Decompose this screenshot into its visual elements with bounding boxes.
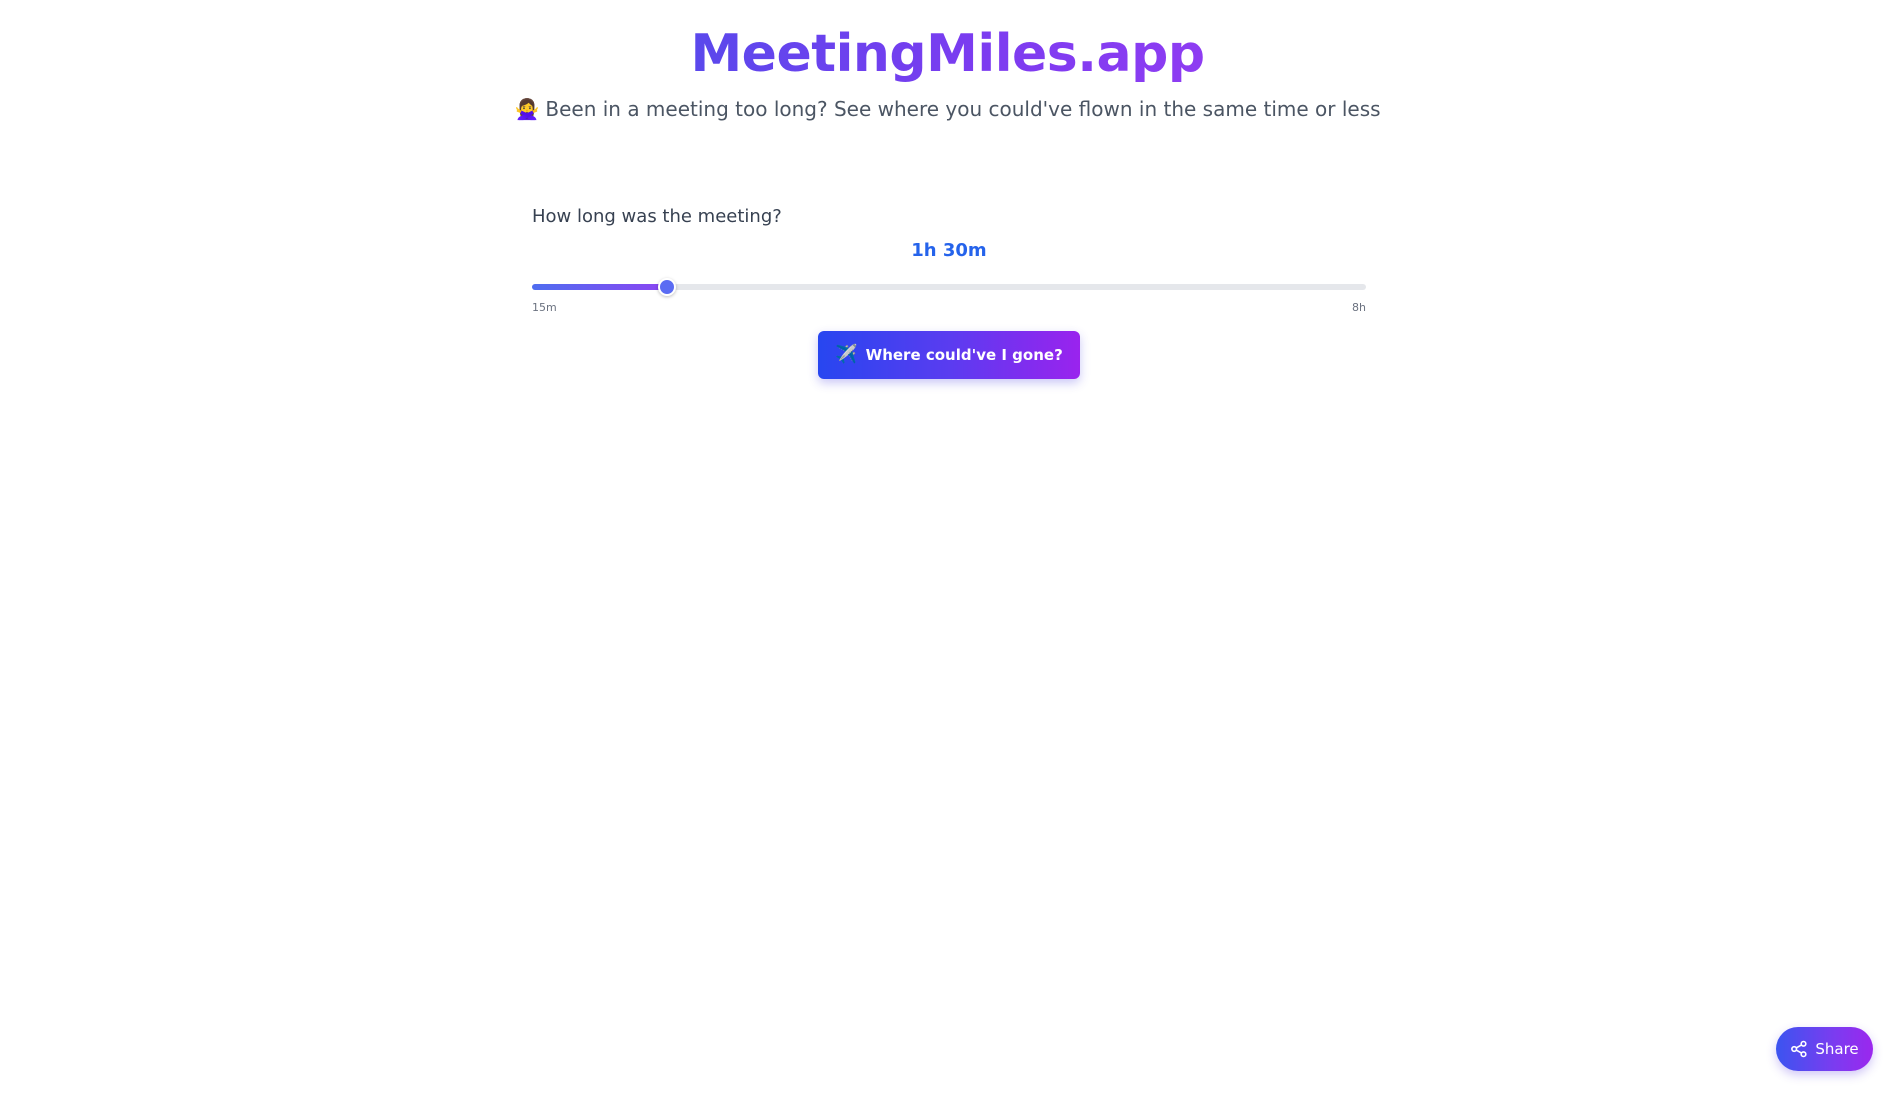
duration-label: How long was the meeting?: [532, 206, 782, 227]
share-button[interactable]: Share: [1776, 1027, 1873, 1071]
duration-slider[interactable]: [532, 277, 1366, 297]
slider-fill: [532, 284, 667, 290]
slider-thumb[interactable]: [657, 278, 676, 296]
header: MeetingMiles.app 🙅‍♀️ Been in a meeting t…: [0, 22, 1895, 122]
share-label: Share: [1815, 1040, 1859, 1058]
subtitle-text: Been in a meeting too long? See where yo…: [545, 97, 1381, 121]
slider-max-label: 8h: [1352, 301, 1366, 314]
subtitle: 🙅‍♀️ Been in a meeting too long? See wher…: [0, 96, 1895, 122]
airplane-icon: ✈️: [835, 344, 858, 365]
slider-range-labels: 15m 8h: [532, 301, 1366, 315]
page: MeetingMiles.app 🙅‍♀️ Been in a meeting t…: [0, 0, 1895, 1100]
app-title: MeetingMiles.app: [690, 24, 1205, 84]
cta-label: Where could've I gone?: [865, 346, 1063, 364]
slider-min-label: 15m: [532, 301, 557, 314]
cta-wrap: ✈️ Where could've I gone?: [532, 331, 1366, 379]
duration-value: 1h 30m: [911, 240, 987, 261]
where-could-ive-gone-button[interactable]: ✈️ Where could've I gone?: [818, 331, 1080, 379]
share-icon: [1790, 1040, 1808, 1058]
duration-form: How long was the meeting? 1h 30m 15m 8h …: [532, 205, 1366, 379]
person-gesturing-no-icon: 🙅‍♀️: [514, 97, 540, 121]
